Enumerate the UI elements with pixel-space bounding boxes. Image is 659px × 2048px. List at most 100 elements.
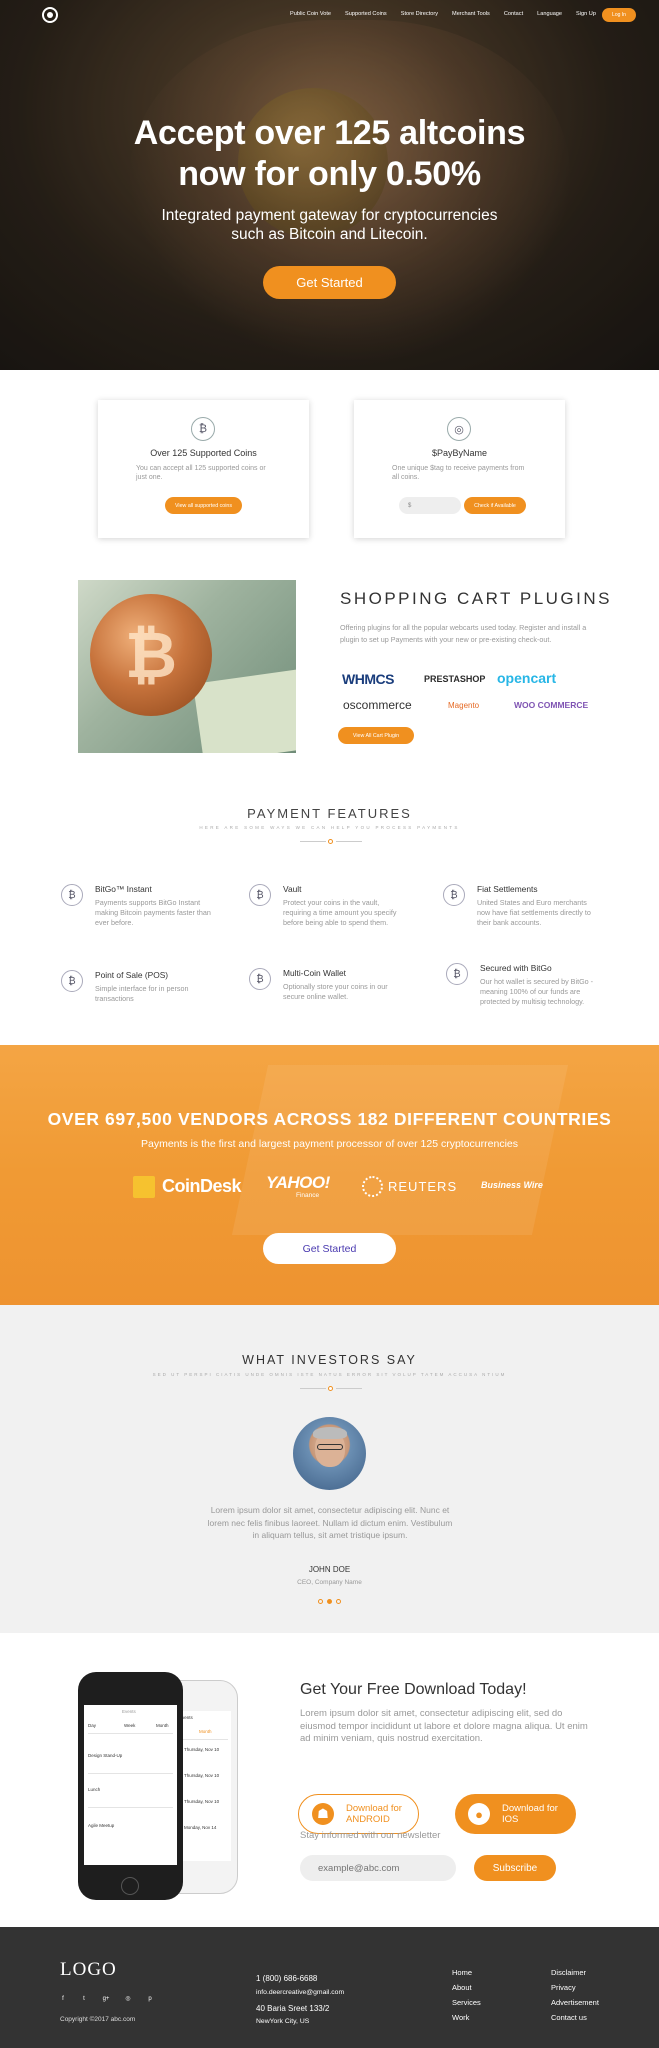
vendors-subtitle: Payments is the first and largest paymen… — [140, 1138, 518, 1150]
google-plus-icon[interactable]: g+ — [102, 1995, 110, 2003]
view-supported-coins-button[interactable]: View all supported coins — [165, 497, 242, 514]
investors-section: WHAT INVESTORS SAY SED UT PERSPI CIATIS … — [0, 1305, 659, 1633]
copyright: Copyright ©2017 abc.com — [60, 2016, 136, 2023]
download-text: Lorem ipsum dolor sit amet, consectetur … — [300, 1708, 588, 1744]
footer-links-col2: Disclaimer Privacy Advertisement Contact… — [551, 1965, 599, 2025]
footer-link-advertisement[interactable]: Advertisement — [551, 1995, 599, 2010]
card-description: One unique $tag to receive payments from… — [392, 465, 525, 481]
footer: LOGO f t g+ ◎ p Copyright ©2017 abc.com … — [0, 1927, 659, 2048]
newsletter-label: Stay informed with our newsletter — [300, 1830, 441, 1841]
nav-link-contact[interactable]: Contact — [504, 11, 523, 17]
investors-subtitle: SED UT PERSPI CIATIS UNDE OMNIS ISTE NAT… — [152, 1372, 507, 1377]
nav-link-sign-up[interactable]: Sign Up — [576, 11, 596, 17]
brand-oscommerce-logo: oscommerce — [343, 698, 412, 712]
paybyname-input[interactable]: $ — [399, 497, 461, 514]
coindesk-logo: CoinDesk — [162, 1176, 242, 1196]
android-icon: ☗ — [312, 1803, 334, 1825]
cart-plugins-text: Offering plugins for all the popular web… — [340, 623, 587, 644]
divider-dot — [328, 1386, 333, 1391]
payment-features-subtitle: HERE ARE SOME WAYS WE CAN HELP YOU PROCE… — [199, 825, 460, 830]
footer-email[interactable]: info.deercreative@gmail.com — [256, 1985, 344, 2000]
cart-plugins-title: SHOPPING CART PLUGINS — [340, 589, 612, 608]
bitcoin-bubble-icon: ₿ — [249, 884, 271, 906]
check-availability-button[interactable]: Check if Available — [464, 497, 526, 514]
footer-address-line2: NewYork City, US — [256, 2018, 310, 2025]
carousel-dot-1[interactable] — [318, 1599, 323, 1604]
bitcoin-coin-icon: ₿ — [90, 594, 212, 716]
download-android-button[interactable]: ☗ Download for ANDROID — [298, 1794, 419, 1834]
investor-name: JOHN DOE — [308, 1565, 351, 1574]
footer-link-about[interactable]: About — [452, 1980, 481, 1995]
hero-get-started-button[interactable]: Get Started — [263, 266, 396, 299]
investor-role: CEO, Company Name — [297, 1579, 362, 1586]
footer-phone: 1 (800) 686-6688 — [256, 1974, 318, 1983]
top-nav: Public Coin Vote Supported Coins Store D… — [0, 0, 659, 30]
investors-title: WHAT INVESTORS SAY — [242, 1353, 417, 1367]
supported-coins-card: ₿ Over 125 Supported Coins You can accep… — [98, 400, 309, 538]
login-button[interactable]: Log In — [602, 8, 636, 22]
footer-link-disclaimer[interactable]: Disclaimer — [551, 1965, 599, 1980]
instagram-icon[interactable]: ◎ — [124, 1995, 132, 2003]
payment-features-title: PAYMENT FEATURES — [247, 806, 412, 821]
facebook-icon[interactable]: f — [59, 1995, 67, 2003]
bitcoin-bubble-icon: ₿ — [446, 963, 468, 985]
bitcoin-bubble-icon: ₿ — [61, 970, 83, 992]
brand-magento-logo: Magento — [448, 701, 480, 710]
divider-dot — [328, 839, 333, 844]
yahoo-finance-logo: YAHOO! — [266, 1173, 330, 1192]
brand-woocommerce-logo: WOO COMMERCE — [514, 700, 589, 710]
hero-title: Accept over 125 altcoins now for only 0.… — [133, 114, 526, 193]
band-get-started-button[interactable]: Get Started — [263, 1233, 396, 1264]
download-title: Get Your Free Download Today! — [300, 1681, 527, 1698]
brand-prestashop-logo: PRESTASHOP — [424, 674, 486, 684]
bitcoin-photo: ₿ — [78, 580, 296, 753]
twitter-icon[interactable]: t — [80, 1995, 88, 2003]
laptop-background — [231, 1065, 569, 1235]
subscribe-button[interactable]: Subscribe — [474, 1855, 556, 1881]
hero-section: Public Coin Vote Supported Coins Store D… — [0, 0, 659, 370]
footer-link-contact-us[interactable]: Contact us — [551, 2010, 599, 2025]
footer-link-services[interactable]: Services — [452, 1995, 481, 2010]
pinterest-icon[interactable]: p — [146, 1995, 154, 2003]
bitcoin-icon: ₿ — [191, 417, 215, 441]
vendors-band: OVER 697,500 VENDORS ACROSS 182 DIFFEREN… — [0, 1045, 659, 1305]
yahoo-finance-sublabel: Finance — [296, 1192, 320, 1199]
reuters-icon — [362, 1176, 383, 1197]
view-all-cart-plugins-button[interactable]: View All Cart Plugin — [338, 727, 414, 744]
site-logo-icon[interactable] — [42, 7, 58, 23]
nav-link-language[interactable]: Language — [537, 11, 562, 17]
footer-link-privacy[interactable]: Privacy — [551, 1980, 599, 1995]
carousel-dot-3[interactable] — [336, 1599, 341, 1604]
download-ios-button[interactable]: ● Download for IOS — [455, 1794, 576, 1834]
brand-whmcs-logo: WHMCS — [342, 671, 394, 687]
card-title: $PayByName — [431, 448, 488, 458]
investor-avatar — [293, 1417, 366, 1490]
bitcoin-bubble-icon: ₿ — [249, 968, 271, 990]
card-title: Over 125 Supported Coins — [150, 448, 257, 458]
bitcoin-bubble-icon: ₿ — [61, 884, 83, 906]
newsletter-email-input[interactable] — [300, 1855, 456, 1881]
nav-links: Public Coin Vote Supported Coins Store D… — [290, 11, 610, 17]
phone-mockup-front: Events Day Week Month Design Stand-Up Lu… — [78, 1672, 183, 1900]
section-divider — [300, 841, 326, 842]
footer-link-work[interactable]: Work — [452, 2010, 481, 2025]
footer-logo: LOGO — [60, 1959, 117, 1980]
reuters-logo: REUTERS — [388, 1179, 458, 1194]
card-description: You can accept all 125 supported coins o… — [136, 465, 266, 481]
fingerprint-icon: ◎ — [447, 417, 471, 441]
coindesk-icon — [133, 1176, 155, 1198]
carousel-dot-2[interactable] — [327, 1599, 332, 1604]
nav-link-merchant-tools[interactable]: Merchant Tools — [452, 11, 490, 17]
brand-opencart-logo: opencart — [497, 670, 557, 686]
phone-home-button — [121, 1877, 139, 1895]
nav-link-supported-coins[interactable]: Supported Coins — [345, 11, 387, 17]
bitcoin-bubble-icon: ₿ — [443, 884, 465, 906]
nav-link-store-directory[interactable]: Store Directory — [401, 11, 438, 17]
nav-link-public-coin-vote[interactable]: Public Coin Vote — [290, 11, 331, 17]
paybyname-card: ◎ $PayByName One unique $tag to receive … — [354, 400, 565, 538]
vendors-title: OVER 697,500 VENDORS ACROSS 182 DIFFEREN… — [47, 1109, 612, 1129]
footer-link-home[interactable]: Home — [452, 1965, 481, 1980]
investor-quote: Lorem ipsum dolor sit amet, consectetur … — [207, 1505, 453, 1540]
business-wire-logo: Business Wire — [481, 1180, 543, 1190]
footer-links-col1: Home About Services Work — [452, 1965, 481, 2025]
